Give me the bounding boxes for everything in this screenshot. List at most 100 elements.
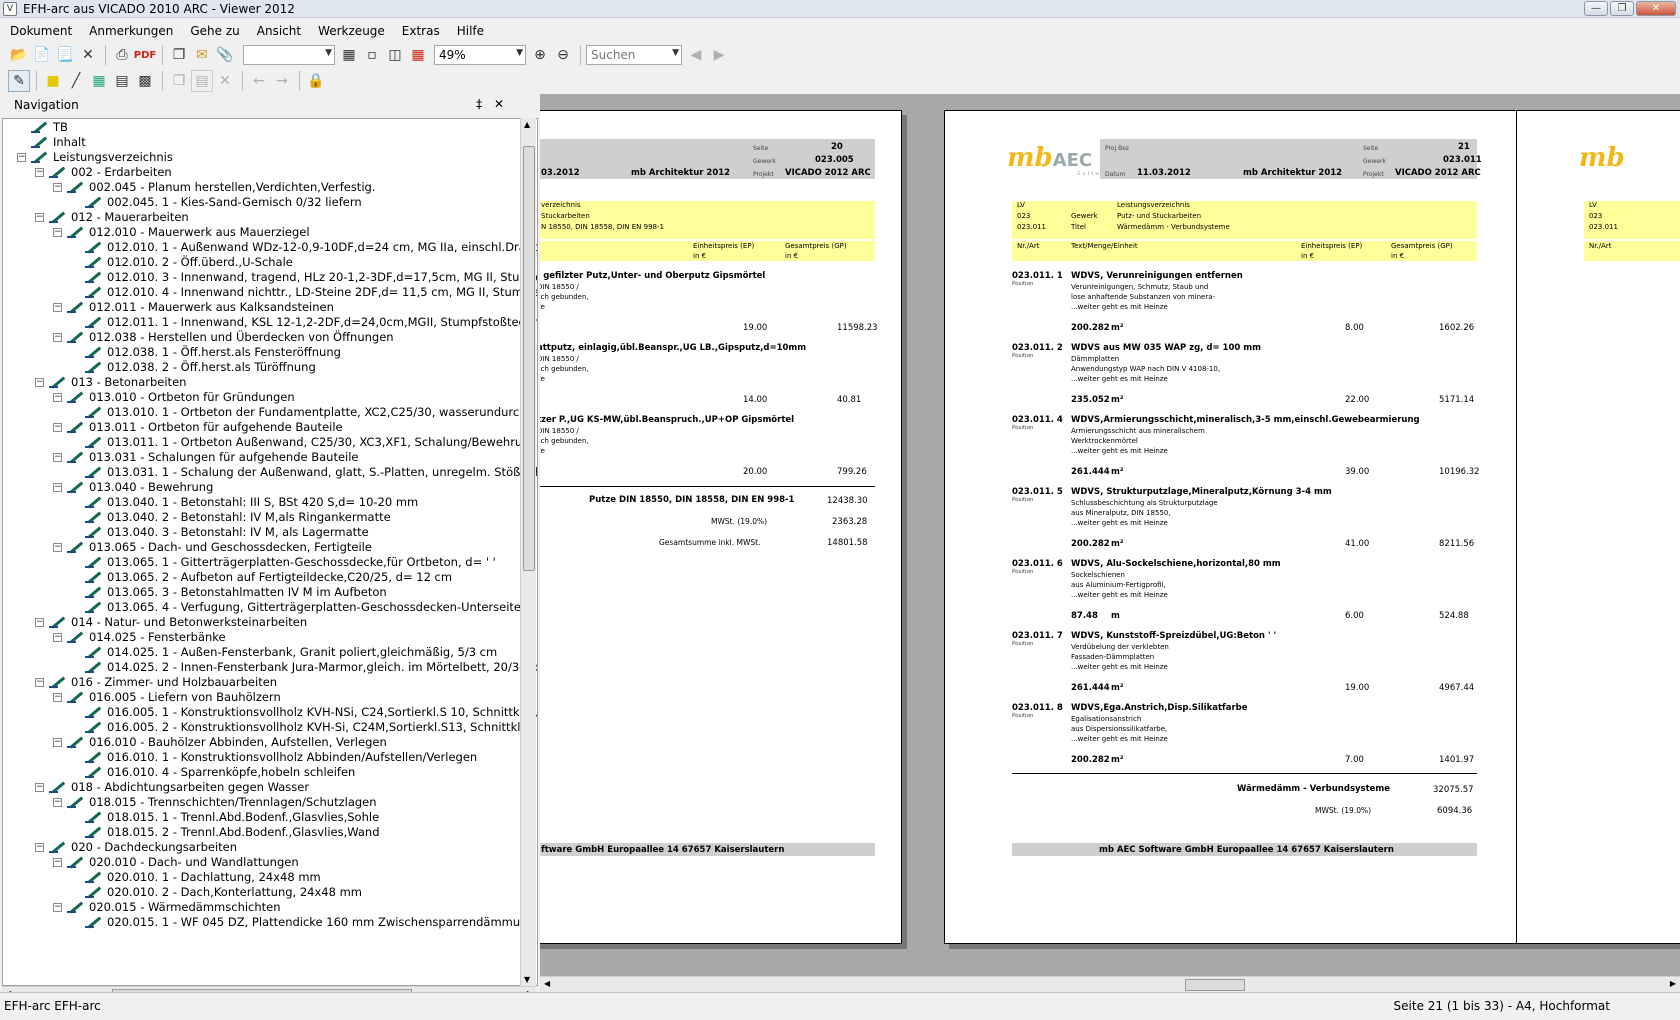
collapse-icon[interactable]: − [53, 452, 62, 462]
collapse-icon[interactable]: − [53, 182, 62, 192]
pin-icon[interactable]: ‡ [476, 97, 482, 111]
tree-node[interactable]: − 018.015 - Trennschichten/Trennlagen/Sch… [53, 794, 377, 810]
tree-node[interactable]: − 012.038 - Herstellen und Überdecken von… [53, 329, 394, 345]
tree-node[interactable]: Inhalt [31, 134, 86, 150]
tree-node[interactable]: 013.065. 4 - Verfugung, Gitterträgerplat… [85, 599, 521, 615]
scroll-down-icon[interactable]: ▼ [524, 975, 530, 984]
scrollbar-thumb[interactable] [523, 146, 535, 571]
export-icon[interactable]: 📃 [54, 44, 76, 66]
tree-node[interactable]: − 012 - Mauerarbeiten [35, 209, 189, 225]
text-tool-icon[interactable]: ▤ [111, 70, 133, 92]
copy-icon[interactable]: ❐ [168, 44, 190, 66]
page-select[interactable]: ▼ [243, 45, 335, 65]
tree-node[interactable]: 020.010. 2 - Dach,Konterlattung, 24x48 m… [85, 884, 362, 900]
tree-node[interactable]: − 014 - Natur- und Betonwerksteinarbeiten [35, 614, 307, 630]
tree-node[interactable]: 012.010. 3 - Innenwand, tragend, HLz 20-… [85, 269, 537, 285]
tree-node[interactable]: 013.040. 2 - Betonstahl: IV M,als Ringan… [85, 509, 391, 525]
print-icon[interactable]: ⎙ [111, 44, 133, 66]
tree-node[interactable]: 014.025. 1 - Außen-Fensterbank, Granit p… [85, 644, 497, 660]
collapse-icon[interactable]: − [53, 632, 62, 642]
scroll-left-icon[interactable]: ◀ [544, 979, 550, 988]
tree-node[interactable]: − 012.011 - Mauerwerk aus Kalksandsteinen [53, 299, 334, 315]
tree-node[interactable]: − 018 - Abdichtungsarbeiten gegen Wasser [35, 779, 309, 795]
scroll-up-icon[interactable]: ▲ [524, 120, 530, 129]
tree-node[interactable]: 013.065. 3 - Betonstahlmatten IV M im Au… [85, 584, 387, 600]
image-tool-icon[interactable]: ▦ [88, 70, 110, 92]
close-panel-icon[interactable]: ✕ [494, 97, 504, 111]
tree-node[interactable]: − 014.025 - Fensterbänke [53, 629, 226, 645]
tree-node[interactable]: 012.011. 1 - Innenwand, KSL 12-1,2-2DF,d… [85, 314, 537, 330]
email-icon[interactable]: ✉ [191, 44, 213, 66]
two-pages-icon[interactable]: ◫ [384, 44, 406, 66]
collapse-icon[interactable]: − [35, 782, 44, 792]
import-icon[interactable]: 📄 [31, 44, 53, 66]
tree-node[interactable]: 013.065. 2 - Aufbeton auf Fertigteildeck… [85, 569, 452, 585]
document-viewer[interactable]: Seite 20 Gewerk 023.005 Projekt VICADO 2… [540, 94, 1680, 976]
maximize-button[interactable]: ❐ [1610, 1, 1634, 16]
single-page-icon[interactable]: ▫ [361, 44, 383, 66]
tree-node[interactable]: 013.010. 1 - Ortbeton der Fundamentplatt… [85, 404, 537, 420]
tree-node[interactable]: 012.010. 1 - Außenwand WDz-12-0,9-10DF,d… [85, 239, 537, 255]
search-previous-icon[interactable]: ◀ [685, 44, 707, 66]
tree-node[interactable]: − 002 - Erdarbeiten [35, 164, 172, 180]
zoom-in-icon[interactable]: ⊕ [529, 44, 551, 66]
attachment-icon[interactable]: 📎 [214, 44, 236, 66]
collapse-icon[interactable]: − [35, 377, 44, 387]
tree-node[interactable]: 016.010. 4 - Sparrenköpfe,hobeln schleif… [85, 764, 355, 780]
collapse-icon[interactable]: − [53, 422, 62, 432]
tree-node[interactable]: 014.025. 2 - Innen-Fensterbank Jura-Marm… [85, 659, 537, 675]
tree-node[interactable]: 013.065. 1 - Gitterträgerplatten-Geschos… [85, 554, 496, 570]
tree-node[interactable]: 013.040. 3 - Betonstahl: IV M, als Lager… [85, 524, 369, 540]
open-folder-icon[interactable]: 📂 [8, 44, 30, 66]
line-tool-icon[interactable]: ╱ [65, 70, 87, 92]
tree-node[interactable]: − 020.015 - Wärmedämmschichten [53, 899, 281, 915]
tree-node[interactable]: 020.015. 1 - WF 045 DZ, Plattendicke 160… [85, 914, 535, 930]
collapse-icon[interactable]: − [53, 857, 62, 867]
collapse-icon[interactable]: − [35, 167, 44, 177]
fit-page-icon[interactable]: ▦ [338, 44, 360, 66]
tree-node[interactable]: − 012.010 - Mauerwerk aus Mauerziegel [53, 224, 310, 240]
tree-node[interactable]: 018.015. 1 - Trennl.Abd.Bodenf.,Glasvlie… [85, 809, 379, 825]
tree-node[interactable]: 012.010. 2 - Öff.überd.,U-Schale [85, 254, 293, 270]
tree-node[interactable]: 020.010. 1 - Dachlattung, 24x48 mm [85, 869, 321, 885]
minimize-button[interactable]: — [1584, 1, 1608, 16]
menu-extras[interactable]: Extras [402, 24, 440, 38]
tree-node[interactable]: 012.010. 4 - Innenwand nichttr., LD-Stei… [85, 284, 537, 300]
tree-node[interactable]: 002.045. 1 - Kies-Sand-Gemisch 0/32 lief… [85, 194, 362, 210]
collapse-icon[interactable]: − [53, 692, 62, 702]
tree-node[interactable]: − 013.031 - Schalungen für aufgehende Bau… [53, 449, 359, 465]
collapse-icon[interactable]: − [35, 212, 44, 222]
undo-icon[interactable]: ← [248, 70, 270, 92]
paste-annotation-icon[interactable]: ▤ [191, 70, 213, 92]
menu-hilfe[interactable]: Hilfe [457, 24, 484, 38]
pen-tool-icon[interactable]: ✎ [8, 70, 30, 92]
tree-node[interactable]: 012.038. 2 - Öff.herst.als Türöffnung [85, 359, 316, 375]
tree-node[interactable]: − 016.005 - Liefern von Bauhölzern [53, 689, 281, 705]
pdf-icon[interactable]: PDF [134, 44, 156, 66]
tree-vertical-scrollbar[interactable]: ▲ ▼ [520, 118, 536, 986]
tree-node[interactable]: − 013.010 - Ortbeton für Gründungen [53, 389, 295, 405]
comment-tool-icon[interactable]: ▩ [134, 70, 156, 92]
zoom-select[interactable]: 49% ▼ [434, 45, 526, 65]
collapse-icon[interactable]: − [53, 902, 62, 912]
collapse-icon[interactable]: − [53, 332, 62, 342]
close-document-icon[interactable]: ✕ [77, 44, 99, 66]
collapse-icon[interactable]: − [53, 737, 62, 747]
copy-annotation-icon[interactable]: ❐ [168, 70, 190, 92]
collapse-icon[interactable]: − [17, 152, 26, 162]
tree-node[interactable]: 016.005. 1 - Konstruktionsvollholz KVH-N… [85, 704, 537, 720]
collapse-icon[interactable]: − [53, 542, 62, 552]
collapse-icon[interactable]: − [53, 797, 62, 807]
delete-annotation-icon[interactable]: ✕ [214, 70, 236, 92]
collapse-icon[interactable]: − [35, 842, 44, 852]
app-icon[interactable]: V [3, 1, 17, 16]
scrollbar-thumb[interactable] [1185, 979, 1245, 991]
scroll-right-icon[interactable]: ▶ [1670, 979, 1676, 988]
tree-node[interactable]: − 013.065 - Dach- und Geschossdecken, Fer… [53, 539, 372, 555]
zoom-out-icon[interactable]: ⊖ [552, 44, 574, 66]
tree-node[interactable]: 013.011. 1 - Ortbeton Außenwand, C25/30,… [85, 434, 537, 450]
menu-anmerkungen[interactable]: Anmerkungen [89, 24, 173, 38]
tree-node[interactable]: − 016 - Zimmer- und Holzbauarbeiten [35, 674, 277, 690]
menu-ansicht[interactable]: Ansicht [257, 24, 301, 38]
menu-gehe-zu[interactable]: Gehe zu [190, 24, 239, 38]
